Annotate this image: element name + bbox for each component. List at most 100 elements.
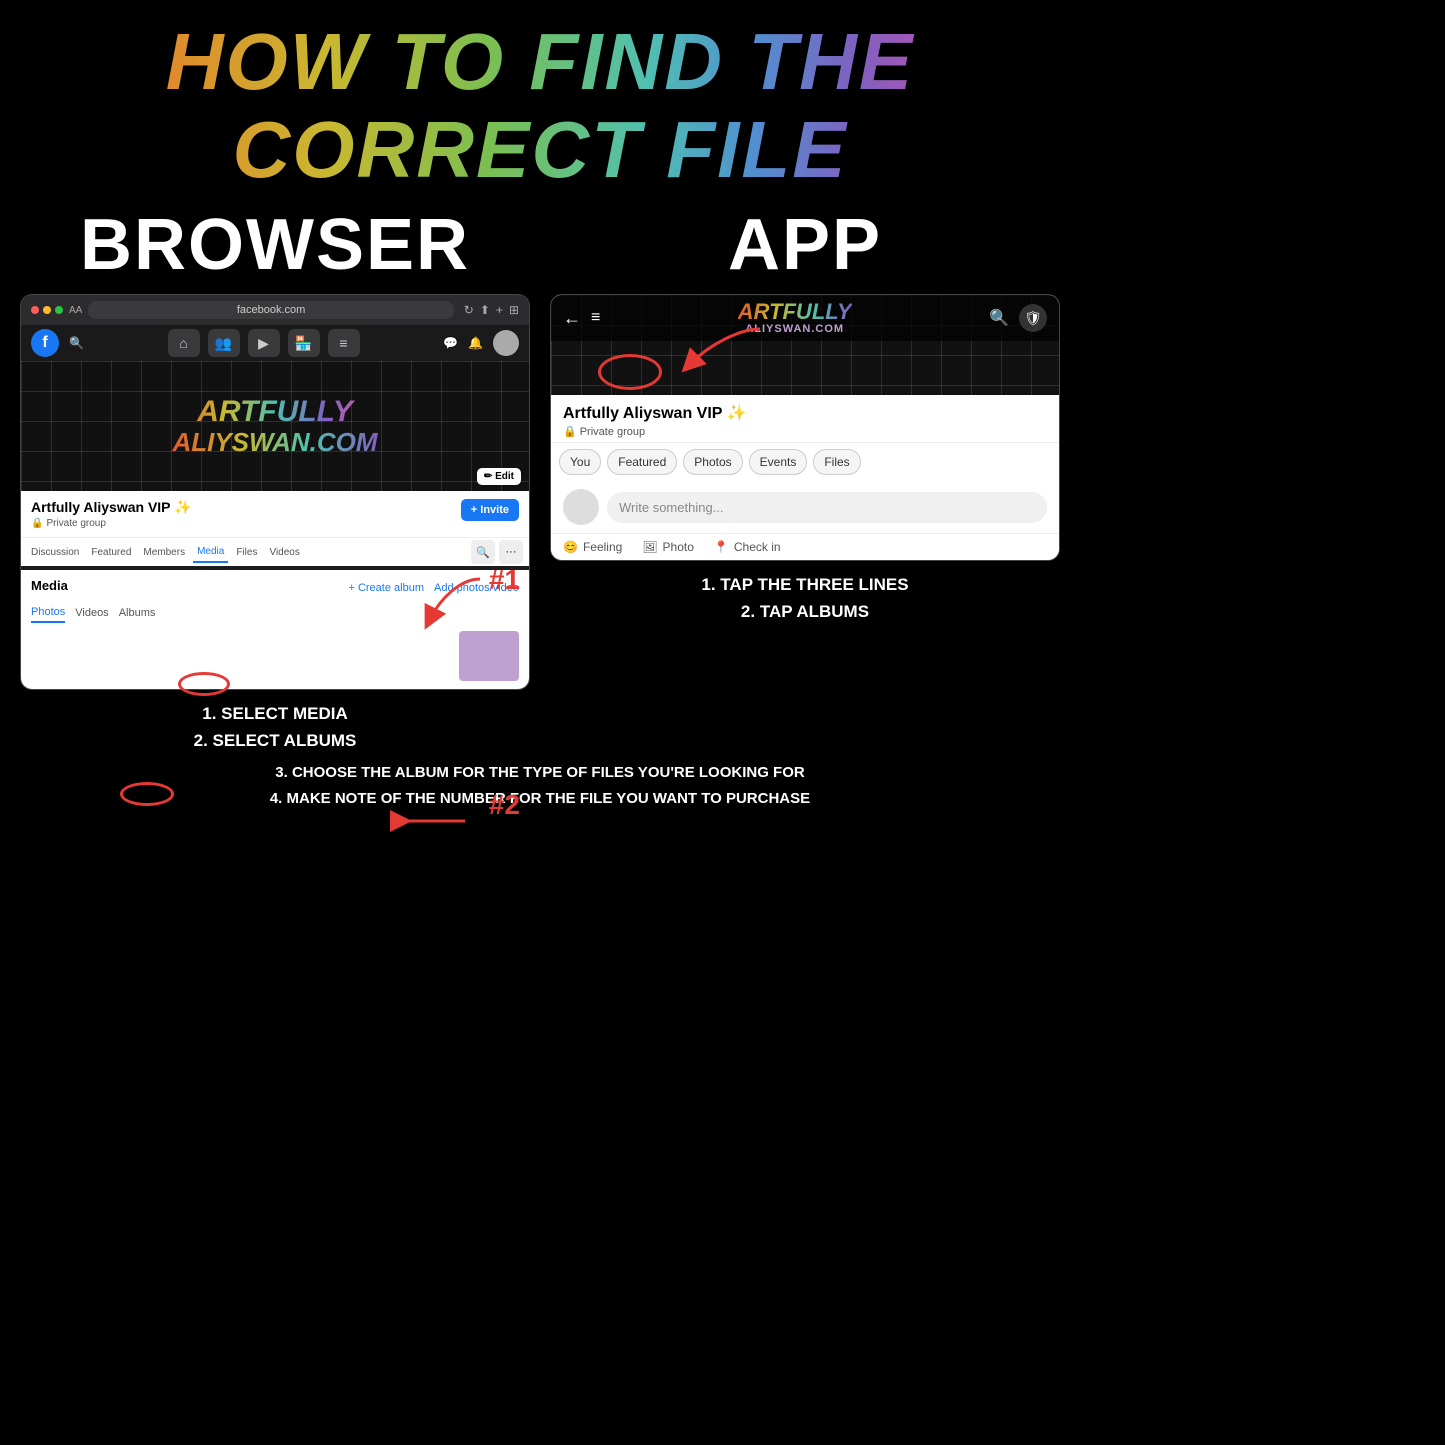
app-instr-2: 2. TAP ALBUMS	[701, 598, 908, 625]
app-header: ← ≡ ARTFULLY ALIYSWAN.COM 🔍 🛡	[551, 295, 1059, 395]
app-write-input[interactable]: Write something...	[607, 492, 1047, 523]
group-cover-browser: ARTFULLY ALIYSWAN.COM ✏ Edit	[21, 361, 529, 491]
menu-icon[interactable]: ≡	[328, 329, 360, 357]
edit-button[interactable]: ✏ Edit	[477, 468, 521, 485]
messenger-icon[interactable]: 💬	[443, 336, 458, 350]
cover-text: ARTFULLY ALIYSWAN.COM	[172, 395, 377, 457]
browser-wrapper: AA facebook.com ↻ ⬆ + ⊞ f 🔍 ⌂ 👥 ▶ 🏪	[20, 294, 530, 690]
invite-button[interactable]: + Invite	[461, 499, 519, 521]
app-column: APP ← ≡ ARTFULLY ALIYSWAN.COM 🔍	[550, 204, 1060, 754]
gnav-more-icon[interactable]: ···	[499, 540, 523, 564]
app-search-icon[interactable]: 🔍	[989, 308, 1009, 328]
lock-icon-app: 🔒	[563, 425, 577, 438]
columns-container: BROWSER AA facebook.com ↻ ⬆ + ⊞	[0, 204, 1080, 754]
grid-icon[interactable]: ⊞	[509, 303, 519, 317]
title-text: HOW TO FIND THE CORRECT FILE	[10, 18, 1070, 194]
app-instr-1: 1. TAP THE THREE LINES	[701, 571, 908, 598]
media-tab-photos[interactable]: Photos	[31, 603, 65, 623]
bottom-instr-line2: 4. MAKE NOTE OF THE NUMBER FOR THE FILE …	[20, 786, 1060, 812]
dot-green	[55, 306, 63, 314]
annotation-2: #2	[489, 789, 520, 821]
search-icon[interactable]: 🔍	[69, 336, 84, 350]
browser-url[interactable]: facebook.com	[88, 301, 453, 319]
app-tab-you[interactable]: You	[559, 449, 601, 475]
dot-yellow	[43, 306, 51, 314]
lock-icon-browser: 🔒	[31, 518, 43, 529]
media-header: Media	[31, 578, 68, 593]
gnav-videos[interactable]: Videos	[265, 543, 303, 562]
app-actions: 😊 Feeling 🖼 Photo 📍 Check in	[551, 533, 1059, 560]
bottom-instr-line1: 3. CHOOSE THE ALBUM FOR THE TYPE OF FILE…	[20, 760, 1060, 786]
app-write-area: Write something...	[551, 481, 1059, 533]
app-header-bar: ← ≡ ARTFULLY ALIYSWAN.COM 🔍 🛡	[551, 295, 1059, 341]
app-back-icon[interactable]: ←	[563, 308, 581, 329]
checkin-action[interactable]: 📍 Check in	[714, 540, 781, 554]
app-header-title: ARTFULLY	[738, 301, 852, 323]
browser-dots	[31, 306, 63, 314]
app-header-title-block: ARTFULLY ALIYSWAN.COM	[610, 301, 979, 335]
private-label-browser: 🔒 Private group	[31, 518, 192, 529]
app-user-avatar	[563, 489, 599, 525]
fb-nav-icons: ⌂ 👥 ▶ 🏪 ≡	[94, 329, 433, 357]
main-title: HOW TO FIND THE CORRECT FILE	[0, 0, 1080, 199]
bottom-instructions: 3. CHOOSE THE ALBUM FOR THE TYPE OF FILE…	[0, 754, 1080, 821]
group-name-browser: Artfully Aliyswan VIP ✨	[31, 499, 192, 516]
app-screenshot: ← ≡ ARTFULLY ALIYSWAN.COM 🔍 🛡	[550, 294, 1060, 561]
media-section: Media + Create album Add photos/video Ph…	[21, 570, 529, 689]
app-tab-photos[interactable]: Photos	[683, 449, 742, 475]
refresh-icon[interactable]: ↻	[464, 303, 474, 317]
facebook-logo: f	[31, 329, 59, 357]
media-tab-albums[interactable]: Albums	[119, 604, 156, 622]
app-tab-files[interactable]: Files	[813, 449, 860, 475]
app-group-name: Artfully Aliyswan VIP ✨	[563, 403, 1047, 423]
browser-bar: AA facebook.com ↻ ⬆ + ⊞	[21, 295, 529, 325]
gnav-discussion[interactable]: Discussion	[27, 543, 83, 562]
app-private-label: 🔒 Private group	[563, 425, 1047, 438]
browser-column: BROWSER AA facebook.com ↻ ⬆ + ⊞	[20, 204, 530, 754]
photo-icon: 🖼	[642, 540, 657, 554]
gnav-search-icon[interactable]: 🔍	[471, 540, 495, 564]
plus-icon[interactable]: +	[496, 303, 503, 317]
create-album-link[interactable]: + Create album	[348, 582, 424, 594]
video-icon[interactable]: ▶	[248, 329, 280, 357]
app-header-subtitle: ALIYSWAN.COM	[745, 323, 844, 335]
media-tab-videos[interactable]: Videos	[75, 604, 108, 622]
gnav-media[interactable]: Media	[193, 542, 228, 563]
browser-column-title: BROWSER	[80, 204, 470, 286]
browser-instr-1: 1. SELECT MEDIA	[194, 700, 357, 727]
gnav-members[interactable]: Members	[139, 543, 189, 562]
browser-instr-2: 2. SELECT ALBUMS	[194, 727, 357, 754]
app-shield-icon[interactable]: 🛡	[1019, 304, 1047, 332]
photo-action[interactable]: 🖼 Photo	[642, 540, 694, 554]
media-tabs: Photos Videos Albums	[31, 603, 519, 623]
app-group-info: Artfully Aliyswan VIP ✨ 🔒 Private group	[551, 395, 1059, 442]
user-avatar-browser[interactable]	[493, 330, 519, 356]
annotation-1: #1	[489, 564, 520, 596]
feeling-label: Feeling	[583, 540, 622, 554]
people-icon[interactable]: 👥	[208, 329, 240, 357]
bell-icon[interactable]: 🔔	[468, 336, 483, 350]
app-instructions: 1. TAP THE THREE LINES 2. TAP ALBUMS	[701, 571, 908, 754]
cover-line-a: ARTFULLY	[172, 395, 377, 428]
gnav-icons: 🔍 ···	[471, 540, 523, 564]
app-tab-events[interactable]: Events	[749, 449, 808, 475]
dot-red	[31, 306, 39, 314]
marketplace-icon[interactable]: 🏪	[288, 329, 320, 357]
gnav-files[interactable]: Files	[232, 543, 261, 562]
browser-screenshot: AA facebook.com ↻ ⬆ + ⊞ f 🔍 ⌂ 👥 ▶ 🏪	[20, 294, 530, 690]
app-tab-featured[interactable]: Featured	[607, 449, 677, 475]
gnav-featured[interactable]: Featured	[87, 543, 135, 562]
checkin-icon: 📍	[714, 540, 729, 554]
app-hamburger-icon[interactable]: ≡	[591, 309, 600, 327]
feeling-action[interactable]: 😊 Feeling	[563, 540, 622, 554]
checkin-label: Check in	[734, 540, 781, 554]
share-icon[interactable]: ⬆	[480, 303, 490, 317]
group-nav-browser: Discussion Featured Members Media Files …	[21, 537, 529, 566]
app-column-title: APP	[728, 204, 882, 286]
fb-nav-bar: f 🔍 ⌂ 👥 ▶ 🏪 ≡ 💬 🔔	[21, 325, 529, 361]
home-icon[interactable]: ⌂	[168, 329, 200, 357]
photo-label: Photo	[663, 540, 694, 554]
app-wrapper: ← ≡ ARTFULLY ALIYSWAN.COM 🔍 🛡	[550, 294, 1060, 561]
feeling-icon: 😊	[563, 540, 578, 554]
group-info-browser: Artfully Aliyswan VIP ✨ 🔒 Private group …	[21, 491, 529, 537]
